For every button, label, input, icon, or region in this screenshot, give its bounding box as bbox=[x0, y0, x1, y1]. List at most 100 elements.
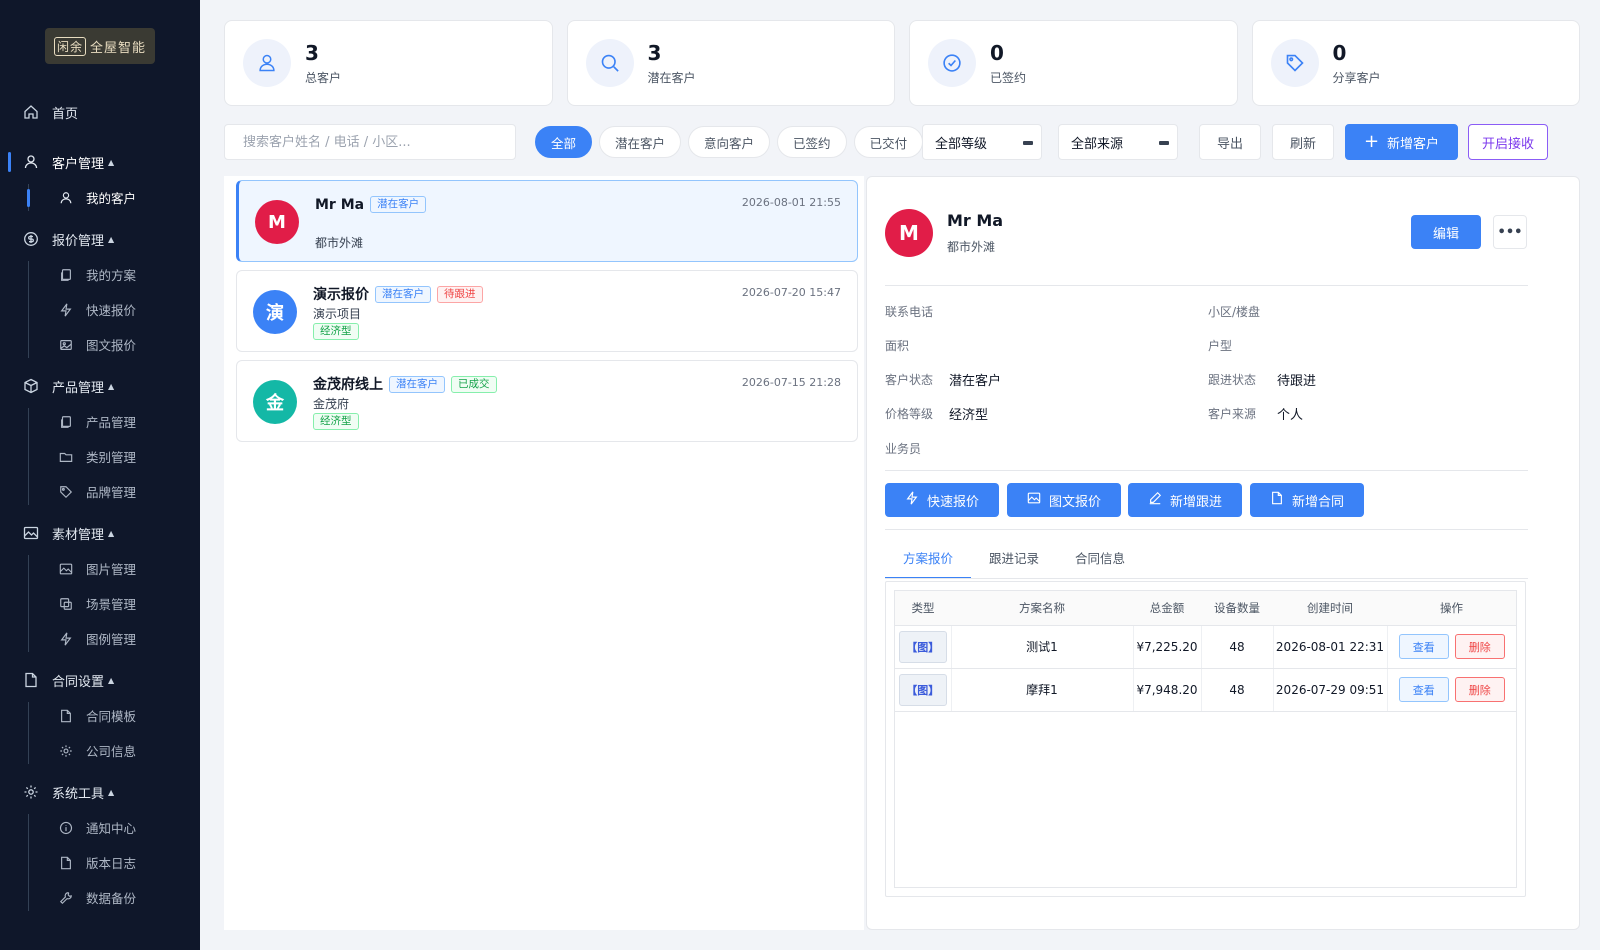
tabs-underline bbox=[885, 578, 1528, 579]
search-input[interactable] bbox=[224, 124, 516, 160]
filter-potential[interactable]: 潜在客户 bbox=[599, 126, 682, 158]
table-row[interactable]: 【图】 测试1 ¥7,225.20 48 2026-08-01 22:31 查看… bbox=[895, 625, 1516, 669]
filter-all[interactable]: 全部 bbox=[535, 126, 593, 158]
sidebar-item-asset-mgmt[interactable]: 素材管理 ▲ bbox=[0, 515, 200, 551]
stat-card-shared[interactable]: 0 分享客户 bbox=[1251, 20, 1580, 106]
sidebar-group-customers: 客户管理 ▲ 我的客户 bbox=[0, 144, 200, 215]
sidebar-group-contracts: 合同设置 ▲ 合同模板 公司信息 bbox=[0, 662, 200, 768]
stat-card-total[interactable]: 3 总客户 bbox=[224, 20, 553, 106]
brand-logo[interactable]: 闲余 全屋智能 bbox=[45, 28, 155, 64]
avatar: 演 bbox=[253, 290, 297, 334]
sidebar-item-scenes[interactable]: 场景管理 bbox=[0, 586, 200, 621]
sidebar-item-my-customers[interactable]: 我的客户 bbox=[0, 180, 200, 215]
sidebar-item-company-info[interactable]: 公司信息 bbox=[0, 733, 200, 768]
customer-card[interactable]: 金 金茂府线上 潜在客户 已成交 2026-07-15 21:28 金茂府 经济… bbox=[236, 360, 858, 442]
sidebar-item-notifications[interactable]: 通知中心 bbox=[0, 810, 200, 845]
filter-intended[interactable]: 意向客户 bbox=[688, 126, 771, 158]
gear-icon bbox=[58, 743, 74, 759]
scene-icon bbox=[58, 596, 74, 612]
sidebar-item-brands[interactable]: 品牌管理 bbox=[0, 474, 200, 509]
customer-detail: M Mr Ma 都市外滩 编辑 ••• 联系电话 小区/楼盘 面积 户型 客户状… bbox=[866, 176, 1580, 930]
plan-name: 测试1 bbox=[951, 625, 1134, 669]
delete-button[interactable]: 删除 bbox=[1454, 634, 1505, 659]
user-icon bbox=[58, 190, 74, 206]
sidebar-group-tools: 系统工具 ▲ 通知中心 版本日志 数据备份 bbox=[0, 774, 200, 915]
plan-created: 2026-08-01 22:31 bbox=[1273, 625, 1388, 669]
source-value: 个人 bbox=[1277, 408, 1304, 423]
info-icon bbox=[58, 820, 74, 836]
filter-signed[interactable]: 已签约 bbox=[777, 126, 847, 158]
divider bbox=[885, 285, 1528, 286]
sidebar-item-products[interactable]: 产品管理 bbox=[0, 404, 200, 439]
more-options-button[interactable]: ••• bbox=[1493, 215, 1527, 249]
sidebar-item-changelog[interactable]: 版本日志 bbox=[0, 845, 200, 880]
image-quote-button[interactable]: 图文报价 bbox=[1007, 483, 1121, 517]
sidebar-item-system-tools[interactable]: 系统工具 ▲ bbox=[0, 774, 200, 810]
sidebar-item-quote-mgmt[interactable]: 报价管理 ▲ bbox=[0, 221, 200, 257]
sidebar-item-product-mgmt[interactable]: 产品管理 ▲ bbox=[0, 368, 200, 404]
add-followup-button[interactable]: 新增跟进 bbox=[1128, 483, 1242, 517]
stat-value: 0 bbox=[1332, 40, 1347, 65]
filter-delivered[interactable]: 已交付 bbox=[853, 126, 924, 158]
column-header: 方案名称 bbox=[951, 591, 1133, 626]
follow-value: 待跟进 bbox=[1277, 374, 1317, 389]
sidebar-item-home[interactable]: 首页 bbox=[0, 94, 200, 130]
enable-receive-button[interactable]: 开启接收 bbox=[1468, 124, 1548, 160]
sidebar-group-products: 产品管理 ▲ 产品管理 类别管理 品牌管理 bbox=[0, 368, 200, 509]
sidebar-item-contract-templates[interactable]: 合同模板 bbox=[0, 698, 200, 733]
customer-name: 金茂府线上 bbox=[313, 377, 383, 393]
sidebar-item-my-plans[interactable]: 我的方案 bbox=[0, 257, 200, 292]
lightning-icon bbox=[58, 302, 74, 318]
tab-followups[interactable]: 跟进记录 bbox=[971, 545, 1057, 579]
add-contract-button[interactable]: 新增合同 bbox=[1250, 483, 1364, 517]
sidebar-item-quick-quote[interactable]: 快速报价 bbox=[0, 292, 200, 327]
edit-button[interactable]: 编辑 bbox=[1411, 215, 1481, 249]
caret-up-icon: ▲ bbox=[108, 787, 115, 797]
add-customer-button[interactable]: + 新增客户 bbox=[1345, 124, 1458, 160]
sidebar-item-label: 素材管理 bbox=[52, 527, 105, 543]
view-button[interactable]: 查看 bbox=[1398, 677, 1449, 702]
sidebar-item-legends[interactable]: 图例管理 bbox=[0, 621, 200, 656]
tab-contracts[interactable]: 合同信息 bbox=[1057, 545, 1143, 579]
customer-list: M Mr Ma 潜在客户 2026-08-01 21:55 都市外滩 演 演示报… bbox=[224, 176, 864, 930]
source-select[interactable]: 全部来源 bbox=[1058, 124, 1178, 160]
divider bbox=[885, 470, 1528, 471]
sidebar-item-customer-mgmt[interactable]: 客户管理 ▲ bbox=[0, 144, 200, 180]
level-select[interactable]: 全部等级 bbox=[922, 124, 1042, 160]
stat-value: 3 bbox=[647, 40, 662, 65]
tag-icon bbox=[58, 484, 74, 500]
sidebar-item-backup[interactable]: 数据备份 bbox=[0, 880, 200, 915]
customer-card[interactable]: 演 演示报价 潜在客户 待跟进 2026-07-20 15:47 演示项目 经济… bbox=[236, 270, 858, 352]
tab-plan-quotes[interactable]: 方案报价 bbox=[885, 545, 972, 579]
add-followup-label: 新增跟进 bbox=[1169, 494, 1222, 510]
wrench-icon bbox=[58, 890, 74, 906]
image-icon bbox=[1027, 491, 1041, 509]
view-button[interactable]: 查看 bbox=[1398, 634, 1449, 659]
refresh-button[interactable]: 刷新 bbox=[1272, 124, 1334, 160]
sidebar-item-image-quote[interactable]: 图文报价 bbox=[0, 327, 200, 362]
caret-up-icon: ▲ bbox=[108, 234, 115, 244]
sidebar-item-categories[interactable]: 类别管理 bbox=[0, 439, 200, 474]
sales-label: 业务员 bbox=[885, 442, 922, 456]
sidebar-item-label: 我的客户 bbox=[86, 191, 137, 206]
quick-quote-button[interactable]: 快速报价 bbox=[885, 483, 999, 517]
phone-label: 联系电话 bbox=[885, 305, 934, 319]
status-value: 潜在客户 bbox=[949, 374, 1002, 389]
delete-button[interactable]: 删除 bbox=[1454, 677, 1505, 702]
table-row[interactable]: 【图】 摩拜1 ¥7,948.20 48 2026-07-29 09:51 查看… bbox=[895, 668, 1516, 712]
sidebar-item-label: 版本日志 bbox=[86, 856, 137, 871]
stat-card-potential[interactable]: 3 潜在客户 bbox=[566, 20, 895, 106]
sidebar-item-contract-settings[interactable]: 合同设置 ▲ bbox=[0, 662, 200, 698]
sidebar: 闲余 全屋智能 首页 客户管理 ▲ 我的客户 报价管理 ▲ 我的方案 快速报价 … bbox=[0, 0, 200, 950]
plan-name: 摩拜1 bbox=[951, 668, 1134, 712]
status-badge: 潜在客户 bbox=[370, 196, 427, 213]
customer-card[interactable]: M Mr Ma 潜在客户 2026-08-01 21:55 都市外滩 bbox=[236, 180, 858, 262]
sidebar-item-images[interactable]: 图片管理 bbox=[0, 551, 200, 586]
add-customer-label: 新增客户 bbox=[1387, 136, 1440, 152]
sidebar-item-label: 合同模板 bbox=[86, 709, 137, 724]
stat-card-signed[interactable]: 0 已签约 bbox=[909, 20, 1238, 106]
sidebar-item-label: 数据备份 bbox=[86, 891, 137, 906]
sidebar-item-label: 图片管理 bbox=[86, 562, 137, 577]
export-button[interactable]: 导出 bbox=[1199, 124, 1261, 160]
sidebar-item-label: 产品管理 bbox=[52, 380, 105, 396]
